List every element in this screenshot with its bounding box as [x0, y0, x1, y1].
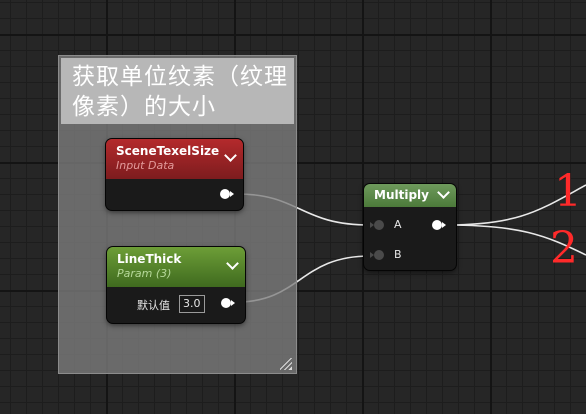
output-pin[interactable]: [432, 220, 446, 230]
node-title: Multiply: [374, 188, 429, 202]
output-pin[interactable]: [220, 189, 234, 199]
node-scene-texel-size[interactable]: SceneTexelSize Input Data: [106, 139, 243, 210]
default-value-input[interactable]: 3.0: [179, 295, 205, 313]
annotation-1: 1: [554, 166, 582, 217]
node-header[interactable]: LineThick Param (3): [107, 247, 245, 287]
node-subtitle: Input Data: [116, 159, 175, 172]
resize-grip-icon[interactable]: [280, 358, 292, 370]
input-label-b: B: [394, 248, 402, 261]
input-pin-b[interactable]: [370, 250, 384, 260]
node-title: LineThick: [117, 252, 182, 266]
node-line-thick[interactable]: LineThick Param (3) 默认值 3.0: [107, 247, 245, 323]
default-value-label: 默认值: [137, 299, 170, 312]
node-multiply[interactable]: Multiply A B: [364, 184, 456, 270]
input-label-a: A: [394, 218, 402, 231]
node-header[interactable]: SceneTexelSize Input Data: [106, 139, 243, 179]
output-pin[interactable]: [221, 298, 235, 308]
comment-title[interactable]: 获取单位纹素（纹理像素）的大小: [61, 58, 294, 124]
node-subtitle: Param (3): [117, 267, 172, 280]
node-title: SceneTexelSize: [116, 144, 220, 158]
node-header[interactable]: Multiply: [364, 184, 456, 207]
annotation-2: 2: [550, 223, 578, 274]
comment-box[interactable]: 获取单位纹素（纹理像素）的大小: [58, 55, 297, 374]
input-pin-a[interactable]: [370, 220, 384, 230]
